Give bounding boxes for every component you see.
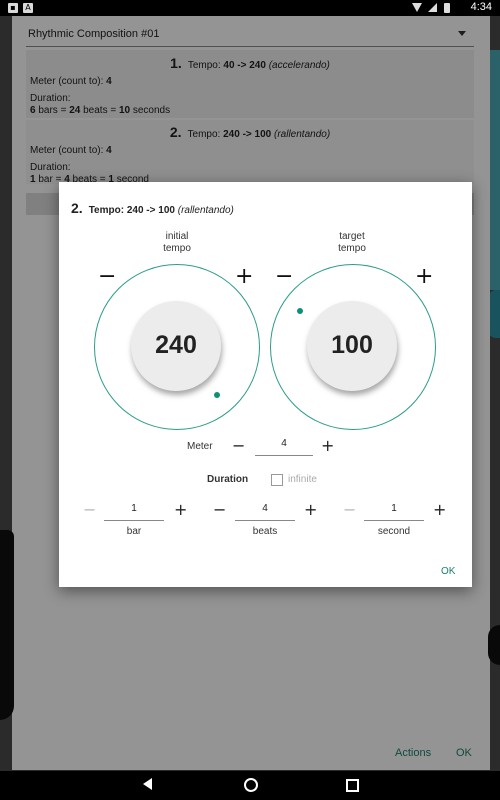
- tempo-dialog: 2. Tempo: 240 -> 100 (rallentando) initia…: [59, 182, 472, 587]
- second-label: second: [377, 526, 411, 537]
- initial-tempo-handle[interactable]: [214, 392, 220, 398]
- target-tempo-value: 100: [331, 331, 373, 359]
- notification-icon: A: [23, 3, 33, 13]
- initial-tempo-decrease-button[interactable]: −: [98, 266, 116, 288]
- meter-input[interactable]: 4: [255, 437, 313, 456]
- beats-increase-button[interactable]: +: [304, 502, 317, 518]
- bar-increase-button[interactable]: +: [174, 502, 187, 518]
- target-tempo-knob[interactable]: 100: [307, 301, 397, 391]
- initial-tempo-increase-button[interactable]: +: [235, 266, 253, 288]
- battery-icon: [444, 3, 450, 13]
- clock: 4:34: [470, 1, 492, 13]
- notification-icon: ▪: [8, 3, 18, 13]
- target-tempo-decrease-button[interactable]: −: [275, 266, 293, 288]
- target-tempo-handle[interactable]: [297, 308, 303, 314]
- meter-increase-button[interactable]: +: [321, 438, 334, 454]
- meter-label: Meter: [187, 441, 213, 452]
- recent-apps-icon[interactable]: [346, 779, 359, 792]
- initial-tempo-label: initial tempo: [163, 231, 191, 254]
- beats-decrease-button[interactable]: −: [213, 502, 226, 518]
- dialog-title: 2. Tempo: 240 -> 100 (rallentando): [71, 200, 234, 216]
- wifi-icon: [412, 3, 422, 12]
- initial-tempo-value: 240: [155, 331, 197, 359]
- signal-icon: [428, 3, 437, 12]
- infinite-checkbox[interactable]: [271, 474, 283, 486]
- target-tempo-label: target tempo: [338, 231, 366, 254]
- bar-input[interactable]: 1: [104, 502, 164, 521]
- initial-tempo-knob[interactable]: 240: [131, 301, 221, 391]
- second-input[interactable]: 1: [364, 502, 424, 521]
- second-increase-button[interactable]: +: [433, 502, 446, 518]
- duration-label: Duration: [207, 474, 249, 485]
- meter-decrease-button[interactable]: −: [232, 438, 245, 454]
- bar-label: bar: [126, 526, 142, 537]
- dialog-ok-button[interactable]: OK: [441, 566, 455, 577]
- status-bar: ▪ A 4:34: [0, 0, 500, 16]
- beats-label: beats: [252, 526, 278, 537]
- infinite-label: infinite: [288, 474, 317, 485]
- home-icon[interactable]: [244, 778, 258, 792]
- second-decrease-button[interactable]: −: [343, 502, 356, 518]
- bar-decrease-button[interactable]: −: [83, 502, 96, 518]
- target-tempo-increase-button[interactable]: +: [415, 266, 433, 288]
- back-icon[interactable]: [143, 778, 152, 790]
- beats-input[interactable]: 4: [235, 502, 295, 521]
